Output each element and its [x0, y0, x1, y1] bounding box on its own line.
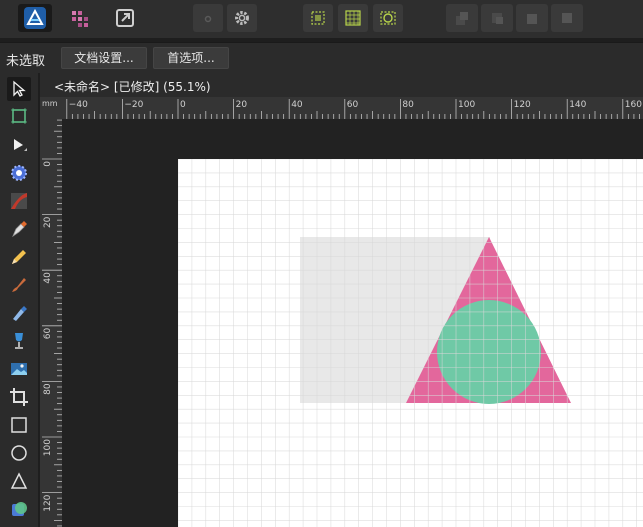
- ruler-label: 60: [347, 100, 359, 110]
- ruler-label: 120: [43, 494, 53, 511]
- gear-icon: [235, 11, 249, 25]
- brush-stroke-icon: [11, 193, 27, 209]
- ruler-unit: mm: [42, 99, 58, 108]
- document-setup-button[interactable]: 文档设置...: [61, 47, 147, 69]
- wine-glass-icon: [15, 333, 23, 349]
- ruler-label: 100: [458, 100, 475, 110]
- artboard-page[interactable]: [178, 159, 643, 527]
- artboard-tool[interactable]: [7, 104, 31, 128]
- snap-bounding-box-button[interactable]: [303, 4, 333, 32]
- main-toolbar: [0, 0, 643, 38]
- ruler-label: 100: [43, 439, 53, 456]
- ruler-label: 80: [402, 100, 414, 110]
- node-tool[interactable]: [7, 133, 31, 157]
- ellipse-tool[interactable]: [7, 441, 31, 465]
- ruler-label: 20: [43, 216, 53, 228]
- export-persona-button[interactable]: [110, 4, 140, 32]
- ruler-label: 140: [569, 100, 586, 110]
- arrange-button-1[interactable]: [446, 4, 478, 32]
- tools-panel: [0, 73, 38, 527]
- ruler-corner: mm: [40, 97, 62, 119]
- snap-shape-button[interactable]: [373, 4, 403, 32]
- canvas-area[interactable]: [62, 119, 643, 527]
- designer-persona-button[interactable]: [18, 4, 52, 32]
- ruler-label: 60: [43, 328, 53, 340]
- document-title: <未命名> [已修改] (55.1%): [54, 80, 211, 94]
- ruler-label: 160: [625, 100, 642, 110]
- circle-icon: [11, 445, 27, 461]
- snap-shape-icon: [380, 11, 396, 25]
- document-tab[interactable]: <未命名> [已修改] (55.1%): [40, 73, 643, 97]
- arrange-backward-icon: [492, 13, 503, 24]
- ruler-label: −20: [124, 100, 143, 110]
- horizontal-ruler[interactable]: −40 −20 0 20 40 60 80 100 120 140 160: [62, 97, 643, 119]
- move-tool[interactable]: [7, 77, 31, 101]
- vector-brush-tool[interactable]: [7, 273, 31, 297]
- arrange-button-4[interactable]: [551, 4, 583, 32]
- arrange-back-icon: [456, 12, 468, 25]
- arrange-button-3[interactable]: [516, 4, 548, 32]
- dot-icon: [204, 15, 212, 23]
- arrange-front-icon: [562, 13, 572, 23]
- artboard-icon: [11, 108, 27, 124]
- selection-status: 未选取: [6, 54, 46, 69]
- crop-icon: [10, 388, 28, 406]
- ruler-label: 0: [180, 100, 186, 110]
- brush-icon: [12, 278, 26, 292]
- snap-box-icon: [311, 11, 325, 25]
- context-toolbar: 未选取 文档设置... 首选项...: [0, 42, 643, 73]
- shape-tool[interactable]: [7, 497, 31, 521]
- image-icon: [11, 363, 27, 375]
- gradient-tool[interactable]: [7, 189, 31, 213]
- crop-tool[interactable]: [7, 385, 31, 409]
- square-icon: [11, 417, 27, 433]
- transparency-tool[interactable]: [7, 329, 31, 353]
- ruler-label: 80: [43, 383, 53, 395]
- node-arrow-icon: [14, 139, 27, 151]
- pen-tool[interactable]: [7, 217, 31, 241]
- fill-brush-tool[interactable]: [7, 301, 31, 325]
- ruler-label: 120: [514, 100, 531, 110]
- place-image-tool[interactable]: [7, 357, 31, 381]
- ruler-label: 40: [43, 272, 53, 284]
- pixel-persona-icon: [72, 11, 88, 27]
- arrange-forward-icon: [527, 14, 537, 24]
- corner-tool[interactable]: [7, 161, 31, 185]
- preferences-button[interactable]: 首选项...: [153, 47, 229, 69]
- ruler-label: 20: [236, 100, 248, 110]
- arrange-button-2[interactable]: [481, 4, 513, 32]
- toggle-button[interactable]: [193, 4, 223, 32]
- rectangle-tool[interactable]: [7, 413, 31, 437]
- marker-icon: [13, 306, 27, 321]
- shape-icon: [12, 502, 27, 516]
- pen-nib-icon: [12, 221, 27, 238]
- pixel-persona-button[interactable]: [64, 4, 94, 32]
- pointer-arrow-icon: [13, 80, 26, 97]
- snap-grid-button[interactable]: [338, 4, 368, 32]
- ruler-label: 40: [291, 100, 303, 110]
- corner-gear-icon: [11, 165, 27, 181]
- triangle-tool[interactable]: [7, 469, 31, 493]
- snap-grid-icon: [345, 10, 361, 26]
- pencil-icon: [12, 250, 26, 264]
- ruler-label: −40: [69, 100, 88, 110]
- vertical-ruler[interactable]: 0 20 40 60 80 100 120: [40, 119, 62, 527]
- triangle-icon: [10, 472, 28, 489]
- affinity-designer-icon: [24, 7, 46, 29]
- export-persona-icon: [116, 9, 134, 27]
- ruler-label: 0: [43, 161, 53, 167]
- settings-button[interactable]: [227, 4, 257, 32]
- pencil-tool[interactable]: [7, 245, 31, 269]
